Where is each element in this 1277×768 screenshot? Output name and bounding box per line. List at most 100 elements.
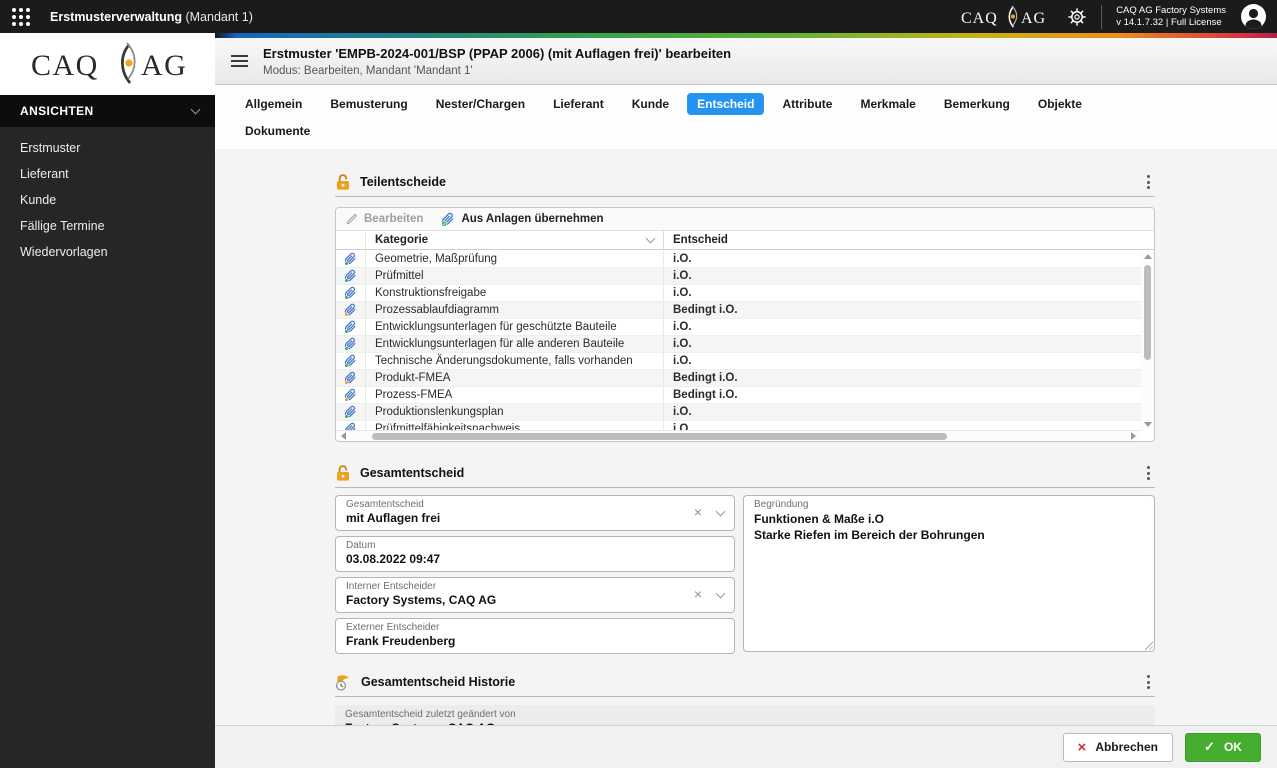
tab-nester-chargen[interactable]: Nester/Chargen (426, 93, 535, 115)
tab-attribute[interactable]: Attribute (772, 93, 842, 115)
column-entscheid-header[interactable]: Entscheid (664, 234, 1154, 246)
field-label: Gesamtentscheid zuletzt geändert von (345, 709, 516, 720)
table-row[interactable]: Konstruktionsfreigabe i.O. (336, 285, 1154, 302)
tab-allgemein[interactable]: Allgemein (235, 93, 312, 115)
begruendung-line: Starke Riefen im Bereich der Bohrungen (754, 528, 985, 542)
cancel-button[interactable]: × Abbrechen (1062, 732, 1173, 762)
kebab-menu-icon[interactable] (1142, 172, 1155, 192)
section-title: Gesamtentscheid (360, 466, 465, 480)
sidebar-item-lieferant[interactable]: Lieferant (0, 161, 215, 187)
table-row[interactable]: Technische Änderungsdokumente, falls vor… (336, 353, 1154, 370)
scroll-left-icon[interactable] (341, 432, 346, 440)
scroll-up-icon[interactable] (1143, 254, 1152, 259)
page-subtitle: Modus: Bearbeiten, Mandant 'Mandant 1' (263, 65, 473, 77)
section-title: Teilentscheide (360, 175, 446, 189)
tab-kunde[interactable]: Kunde (622, 93, 679, 115)
field-datum[interactable]: Datum 03.08.2022 09:47 (335, 536, 735, 572)
table-row[interactable]: Prozess-FMEA Bedingt i.O. (336, 387, 1154, 404)
table-row[interactable]: Entwicklungsunterlagen für geschützte Ba… (336, 319, 1154, 336)
begruendung-textarea[interactable]: Begründung Funktionen & Maße i.O Starke … (743, 495, 1155, 652)
tab-entscheid[interactable]: Entscheid (687, 93, 765, 115)
table-row[interactable]: Geometrie, Maßprüfung i.O. (336, 251, 1154, 268)
cell-entscheid: i.O. (673, 270, 692, 282)
svg-text:CAQ: CAQ (961, 10, 998, 27)
sidebar-item-erstmuster[interactable]: Erstmuster (0, 135, 215, 161)
table-row[interactable]: Prüfmittelfähigkeitsnachweis i.O. (336, 421, 1154, 430)
clear-icon[interactable]: × (694, 505, 702, 519)
table-row[interactable]: Produktionslenkungsplan i.O. (336, 404, 1154, 421)
field-gesamtentscheid[interactable]: Gesamtentscheid mit Auflagen frei × (335, 495, 735, 531)
paperclip-icon (344, 337, 357, 351)
topbar: Erstmusterverwaltung (Mandant 1) CAQ AG (0, 0, 1277, 33)
scroll-down-icon[interactable] (1143, 422, 1152, 427)
cell-kategorie: Prüfmittelfähigkeitsnachweis (366, 421, 664, 430)
gesamtentscheid-fields: Gesamtentscheid mit Auflagen frei × Datum 03… (335, 495, 735, 654)
sidebar: CAQ AG ANSICHTEN Erstmuster Lieferant Kund… (0, 33, 215, 768)
field-interner-entscheider[interactable]: Interner Entscheider Factory Systems, CAQ… (335, 577, 735, 613)
field-externer-entscheider[interactable]: Externer Entscheider Frank Freudenberg (335, 618, 735, 654)
section-divider (335, 196, 1155, 197)
paperclip-icon (344, 320, 357, 334)
kebab-menu-icon[interactable] (1142, 463, 1155, 483)
teilentscheide-table-body: Geometrie, Maßprüfung i.O. Prüfmittel i.O. K… (336, 251, 1154, 430)
chevron-down-icon[interactable] (715, 506, 726, 516)
resize-handle[interactable] (1143, 640, 1153, 650)
scroll-right-icon[interactable] (1131, 432, 1136, 440)
table-toolbar: Bearbeiten Aus Anlagen übernehmen (336, 208, 1154, 231)
gear-icon[interactable] (1067, 7, 1087, 27)
sidebar-nav: Erstmuster Lieferant Kunde Fällige Termine W… (0, 127, 215, 265)
app-launcher-icon[interactable] (12, 7, 30, 26)
chevron-down-icon[interactable] (715, 588, 726, 598)
user-avatar[interactable] (1240, 3, 1267, 30)
cell-entscheid: i.O. (673, 253, 692, 265)
clear-icon[interactable]: × (694, 587, 702, 601)
cell-entscheid: i.O. (673, 287, 692, 299)
sidebar-item-faellige-termine[interactable]: Fällige Termine (0, 213, 215, 239)
tab-row-1: Allgemein Bemusterung Nester/Chargen Liefer… (235, 93, 1277, 115)
table-row[interactable]: Prüfmittel i.O. (336, 268, 1154, 285)
column-icon-header (336, 231, 366, 249)
section-divider (335, 696, 1155, 697)
cell-entscheid: Bedingt i.O. (673, 389, 738, 401)
table-row[interactable]: Prozessablaufdiagramm Bedingt i.O. (336, 302, 1154, 319)
adopt-from-attachments-button[interactable]: Aus Anlagen übernehmen (441, 212, 604, 227)
begruendung-line: Funktionen & Maße i.O (754, 512, 885, 526)
section-divider (335, 487, 1155, 488)
tabbar: Allgemein Bemusterung Nester/Chargen Liefer… (215, 85, 1277, 149)
horizontal-scrollbar-thumb[interactable] (372, 432, 947, 440)
menu-toggle-icon[interactable] (228, 51, 251, 71)
sort-chevron-icon[interactable] (645, 233, 656, 244)
horizontal-scrollbar[interactable] (336, 430, 1141, 441)
tab-row-2: Dokumente (235, 120, 1277, 142)
field-label: Gesamtentscheid (346, 499, 424, 510)
sidebar-item-wiedervorlagen[interactable]: Wiedervorlagen (0, 239, 215, 265)
vertical-scrollbar-thumb[interactable] (1144, 265, 1151, 360)
cell-entscheid: Bedingt i.O. (673, 372, 738, 384)
ok-button[interactable]: ✓ OK (1185, 732, 1261, 762)
tab-objekte[interactable]: Objekte (1028, 93, 1092, 115)
table-row[interactable]: Entwicklungsunterlagen für alle anderen … (336, 336, 1154, 353)
sidebar-section-ansichten[interactable]: ANSICHTEN (0, 95, 215, 127)
tab-lieferant[interactable]: Lieferant (543, 93, 614, 115)
field-value: Factory Systems, CAQ AG (346, 593, 497, 607)
vertical-scrollbar[interactable] (1141, 251, 1154, 430)
tab-bemusterung[interactable]: Bemusterung (320, 93, 417, 115)
table-row[interactable]: Produkt-FMEA Bedingt i.O. (336, 370, 1154, 387)
field-label: Interner Entscheider (346, 581, 437, 592)
cell-entscheid: i.O. (673, 406, 692, 418)
tab-merkmale[interactable]: Merkmale (850, 93, 925, 115)
edit-button[interactable]: Bearbeiten (346, 213, 423, 225)
kebab-menu-icon[interactable] (1142, 672, 1155, 692)
app-title-text: Erstmusterverwaltung (50, 9, 182, 24)
cell-kategorie: Prozessablaufdiagramm (366, 302, 664, 318)
cell-entscheid: i.O. (673, 423, 692, 430)
sidebar-item-kunde[interactable]: Kunde (0, 187, 215, 213)
cell-entscheid: i.O. (673, 321, 692, 333)
svg-text:CAQ: CAQ (31, 49, 99, 82)
tab-bemerkung[interactable]: Bemerkung (934, 93, 1020, 115)
sidebar-section-label: ANSICHTEN (20, 104, 94, 118)
column-kategorie-header[interactable]: Kategorie (366, 231, 664, 249)
cell-kategorie: Entwicklungsunterlagen für geschützte Ba… (366, 319, 664, 335)
tab-dokumente[interactable]: Dokumente (235, 120, 320, 142)
caq-ag-logo: CAQ AG (0, 33, 215, 95)
